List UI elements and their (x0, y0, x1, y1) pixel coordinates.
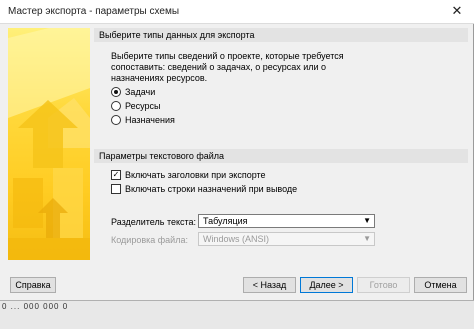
description-line: сопоставить: сведений о задачах, о ресур… (111, 62, 327, 72)
include-headers-checkbox[interactable]: ✓ Включать заголовки при экспорте (111, 170, 266, 180)
cancel-button[interactable]: Отмена (414, 277, 467, 293)
text-file-header-text: Параметры текстового файла (99, 151, 225, 161)
radio-tasks-label: Задачи (125, 87, 156, 97)
data-types-header-text: Выберите типы данных для экспорта (99, 30, 255, 40)
back-button[interactable]: < Назад (243, 277, 296, 293)
data-types-header: Выберите типы данных для экспорта (94, 28, 468, 42)
wizard-content: Выберите типы данных для экспорта Выбери… (94, 23, 474, 293)
radio-button-icon[interactable] (111, 87, 121, 97)
close-button[interactable]: ✕ (440, 0, 474, 22)
radio-assignments-label: Назначения (125, 115, 175, 125)
window-title: Мастер экспорта - параметры схемы (8, 6, 180, 17)
export-wizard-dialog: Мастер экспорта - параметры схемы ✕ Выбе… (0, 0, 474, 300)
description-line: Выберите типы сведений о проекте, которы… (111, 51, 344, 61)
delimiter-label: Разделитель текста: (111, 217, 197, 227)
chevron-down-icon: ▼ (363, 216, 371, 225)
delimiter-select[interactable]: Табуляция ▼ (198, 214, 375, 228)
data-types-description: Выберите типы сведений о проекте, которы… (111, 51, 344, 84)
checkmark-icon[interactable]: ✓ (111, 170, 121, 180)
encoding-value: Windows (ANSI) (203, 234, 270, 244)
finish-button: Готово (357, 277, 410, 293)
include-assignment-rows-checkbox[interactable]: Включать строки назначений при выводе (111, 184, 297, 194)
delimiter-value: Табуляция (203, 216, 248, 226)
title-bar: Мастер экспорта - параметры схемы ✕ (0, 0, 474, 24)
wizard-graphic-icon (8, 28, 90, 260)
help-button[interactable]: Справка (10, 277, 56, 293)
next-button[interactable]: Далее > (300, 277, 353, 293)
text-file-header: Параметры текстового файла (94, 149, 468, 163)
checkbox-icon[interactable] (111, 184, 121, 194)
chevron-down-icon: ▼ (363, 234, 371, 243)
radio-resources[interactable]: Ресурсы (111, 101, 161, 111)
description-line: назначениях ресурсов. (111, 73, 208, 83)
radio-button-icon[interactable] (111, 115, 121, 125)
encoding-label: Кодировка файла: (111, 235, 188, 245)
radio-resources-label: Ресурсы (125, 101, 161, 111)
wizard-side-image (8, 28, 90, 260)
encoding-select: Windows (ANSI) ▼ (198, 232, 375, 246)
status-text: 0 ... 000 000 0 (2, 302, 69, 311)
radio-assignments[interactable]: Назначения (111, 115, 175, 125)
radio-button-icon[interactable] (111, 101, 121, 111)
include-assignment-rows-label: Включать строки назначений при выводе (125, 184, 298, 194)
include-headers-label: Включать заголовки при экспорте (125, 170, 266, 180)
status-bar: 0 ... 000 000 0 (0, 300, 474, 329)
radio-tasks[interactable]: Задачи (111, 87, 155, 97)
